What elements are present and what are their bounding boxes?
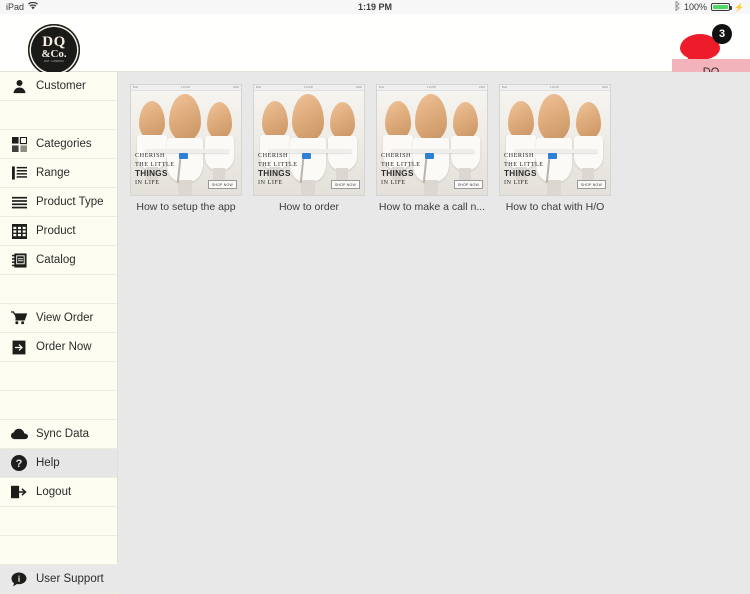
sidebar-item-logout[interactable]: Logout xyxy=(0,478,117,507)
logo-line-2: &Co. xyxy=(41,48,67,60)
cloud-icon xyxy=(10,425,28,443)
thumbnail-photo: CHERISH THE LITTLE THINGS IN LIFE SHOP N… xyxy=(377,91,487,195)
sidebar-item-product[interactable]: Product xyxy=(0,217,117,246)
sidebar-item-sync-data[interactable]: Sync Data xyxy=(0,420,117,449)
cart-icon xyxy=(10,309,28,327)
brand-logo[interactable]: DQ &Co. EST. LONDON xyxy=(28,24,80,76)
logo-line-3: EST. LONDON xyxy=(44,60,64,63)
help-thumbnail[interactable]: iPad 1:19 PM 100% CHERISH THE LITTLE THING… xyxy=(253,84,365,196)
sidebar-item-label: Range xyxy=(36,167,70,179)
sidebar: Customer Categories Range Product Type P… xyxy=(0,72,118,594)
app-header: DQ &Co. EST. LONDON 3 DQ xyxy=(0,14,750,85)
sidebar-item-catalog[interactable]: Catalog xyxy=(0,246,117,275)
thumbnail-photo: CHERISH THE LITTLE THINGS IN LIFE SHOP N… xyxy=(500,91,610,195)
shop-now-button[interactable]: SHOP NOW xyxy=(207,180,237,189)
thumbnail-caption-art: CHERISH THE LITTLE THINGS IN LIFE xyxy=(135,151,175,187)
arrow-in-box-icon xyxy=(10,338,28,356)
lines-icon xyxy=(10,193,28,211)
table-grid-icon xyxy=(10,222,28,240)
sidebar-item-range[interactable]: Range xyxy=(0,159,117,188)
art-line-4: IN LIFE xyxy=(258,179,283,186)
thumbnail-caption-art: CHERISH THE LITTLE THINGS IN LIFE xyxy=(258,151,298,187)
help-card-caption: How to order xyxy=(278,201,340,213)
shop-now-button[interactable]: SHOP NOW xyxy=(330,180,360,189)
sidebar-item-label: User Support xyxy=(36,573,104,585)
sidebar-spacer-3 xyxy=(0,362,117,391)
help-card[interactable]: iPad 1:19 PM 100% CHERISH THE LITTLE THING… xyxy=(376,84,488,213)
art-line-1: CHERISH xyxy=(381,152,411,159)
status-bar: iPad 1:19 PM 100% ⚡ xyxy=(0,0,750,14)
help-thumbnail[interactable]: iPad 1:19 PM 100% CHERISH THE LITTLE THING… xyxy=(130,84,242,196)
help-card-caption: How to chat with H/O xyxy=(505,201,605,213)
svg-text:?: ? xyxy=(16,458,23,470)
art-line-3: THINGS xyxy=(504,169,537,178)
charging-bolt-icon: ⚡ xyxy=(734,2,744,12)
sidebar-spacer-1 xyxy=(0,101,117,130)
help-card-caption: How to setup the app xyxy=(136,201,236,213)
grid-squares-icon xyxy=(10,135,28,153)
sidebar-item-label: Categories xyxy=(36,138,92,150)
shop-now-button[interactable]: SHOP NOW xyxy=(576,180,606,189)
sidebar-item-label: Sync Data xyxy=(36,428,90,440)
question-mark-icon: ? xyxy=(10,454,28,472)
art-line-2: THE LITTLE xyxy=(135,161,175,168)
thumbnail-caption-art: CHERISH THE LITTLE THINGS IN LIFE xyxy=(381,151,421,187)
help-card[interactable]: iPad 1:19 PM 100% CHERISH THE LITTLE THING… xyxy=(130,84,242,213)
sidebar-item-user-support[interactable]: i User Support xyxy=(0,565,117,594)
content-area: iPad 1:19 PM 100% CHERISH THE LITTLE THING… xyxy=(118,72,750,563)
bluetooth-icon xyxy=(674,1,680,13)
status-bar-right: 100% ⚡ xyxy=(674,1,744,13)
help-card[interactable]: iPad 1:19 PM 100% CHERISH THE LITTLE THING… xyxy=(499,84,611,213)
sidebar-item-product-type[interactable]: Product Type xyxy=(0,188,117,217)
art-line-2: THE LITTLE xyxy=(381,161,421,168)
notebook-icon xyxy=(10,251,28,269)
help-card[interactable]: iPad 1:19 PM 100% CHERISH THE LITTLE THING… xyxy=(253,84,365,213)
sidebar-item-label: View Order xyxy=(36,312,94,324)
sidebar-item-label: Order Now xyxy=(36,341,92,353)
person-icon xyxy=(10,77,28,95)
sidebar-item-help[interactable]: ? Help xyxy=(0,449,117,478)
sidebar-item-label: Catalog xyxy=(36,254,76,266)
sidebar-item-customer[interactable]: Customer xyxy=(0,72,117,101)
art-line-1: CHERISH xyxy=(504,152,534,159)
sidebar-item-label: Help xyxy=(36,457,60,469)
art-line-3: THINGS xyxy=(135,169,168,178)
help-card-caption: How to make a call n... xyxy=(378,201,486,213)
shop-now-button[interactable]: SHOP NOW xyxy=(453,180,483,189)
sidebar-spacer-5 xyxy=(0,507,117,536)
help-tutorial-grid: iPad 1:19 PM 100% CHERISH THE LITTLE THING… xyxy=(118,72,750,213)
art-line-1: CHERISH xyxy=(258,152,288,159)
thumbnail-caption-art: CHERISH THE LITTLE THINGS IN LIFE xyxy=(504,151,544,187)
help-thumbnail[interactable]: iPad 1:19 PM 100% CHERISH THE LITTLE THING… xyxy=(376,84,488,196)
chat-notification[interactable]: 3 xyxy=(680,24,732,62)
sidebar-item-label: Customer xyxy=(36,80,86,92)
art-line-4: IN LIFE xyxy=(504,179,529,186)
art-line-2: THE LITTLE xyxy=(258,161,298,168)
info-bubble-icon: i xyxy=(10,570,28,588)
sidebar-item-categories[interactable]: Categories xyxy=(0,130,117,159)
art-line-3: THINGS xyxy=(381,169,414,178)
thumbnail-photo: CHERISH THE LITTLE THINGS IN LIFE SHOP N… xyxy=(131,91,241,195)
sidebar-item-label: Product xyxy=(36,225,76,237)
sidebar-item-view-order[interactable]: View Order xyxy=(0,304,117,333)
sidebar-item-label: Logout xyxy=(36,486,72,498)
art-line-1: CHERISH xyxy=(135,152,165,159)
sidebar-spacer-4 xyxy=(0,391,117,420)
chat-badge-count: 3 xyxy=(712,24,732,44)
art-line-2: THE LITTLE xyxy=(504,161,544,168)
thumbnail-photo: CHERISH THE LITTLE THINGS IN LIFE SHOP N… xyxy=(254,91,364,195)
sidebar-spacer-2 xyxy=(0,275,117,304)
art-line-3: THINGS xyxy=(258,169,291,178)
art-line-4: IN LIFE xyxy=(381,179,406,186)
logout-icon xyxy=(10,483,28,501)
status-bar-clock: 1:19 PM xyxy=(357,2,392,12)
battery-percent: 100% xyxy=(684,2,708,12)
help-thumbnail[interactable]: iPad 1:19 PM 100% CHERISH THE LITTLE THING… xyxy=(499,84,611,196)
sidebar-item-label: Product Type xyxy=(36,196,104,208)
sidebar-item-order-now[interactable]: Order Now xyxy=(0,333,117,362)
sidebar-spacer-6 xyxy=(0,536,117,565)
list-icon xyxy=(10,164,28,182)
battery-icon xyxy=(711,3,733,11)
art-line-4: IN LIFE xyxy=(135,179,160,186)
